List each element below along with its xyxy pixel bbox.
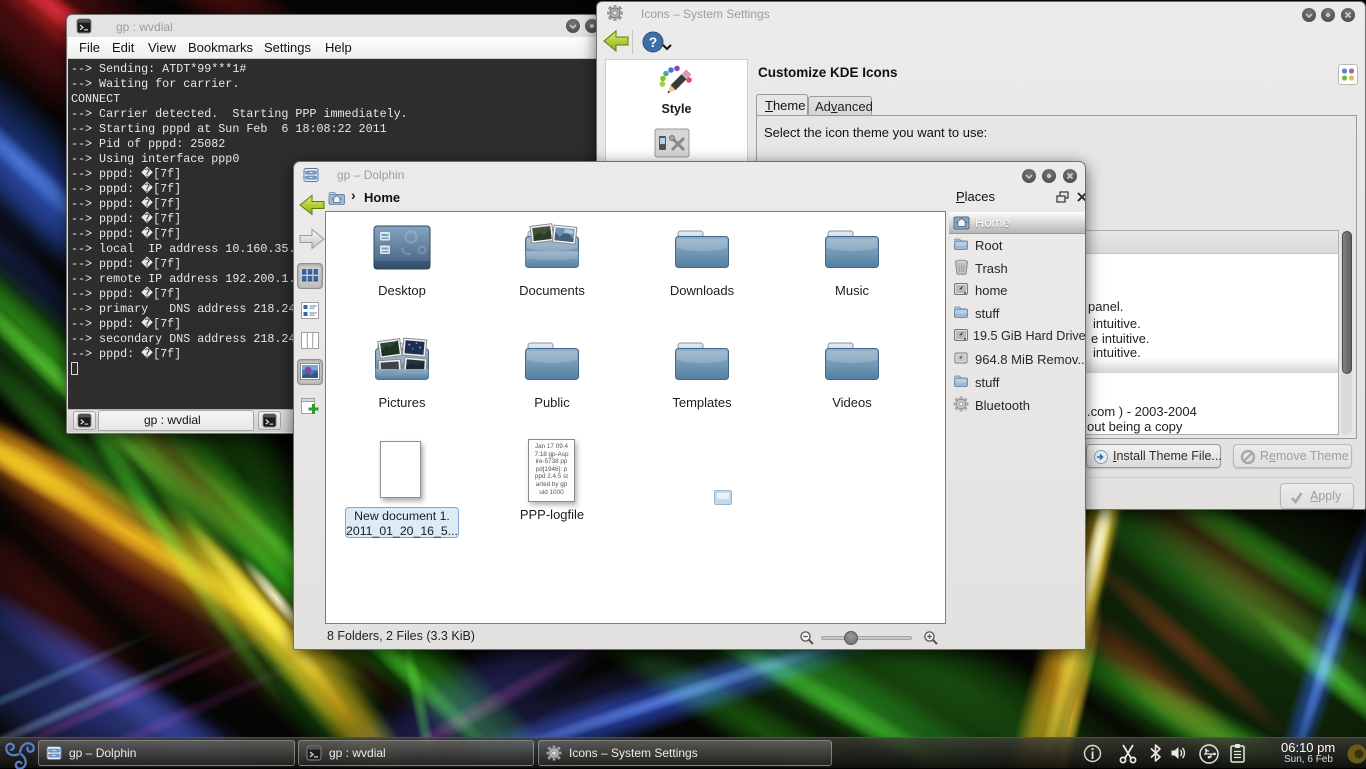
svg-text:?: ? [649, 34, 658, 50]
